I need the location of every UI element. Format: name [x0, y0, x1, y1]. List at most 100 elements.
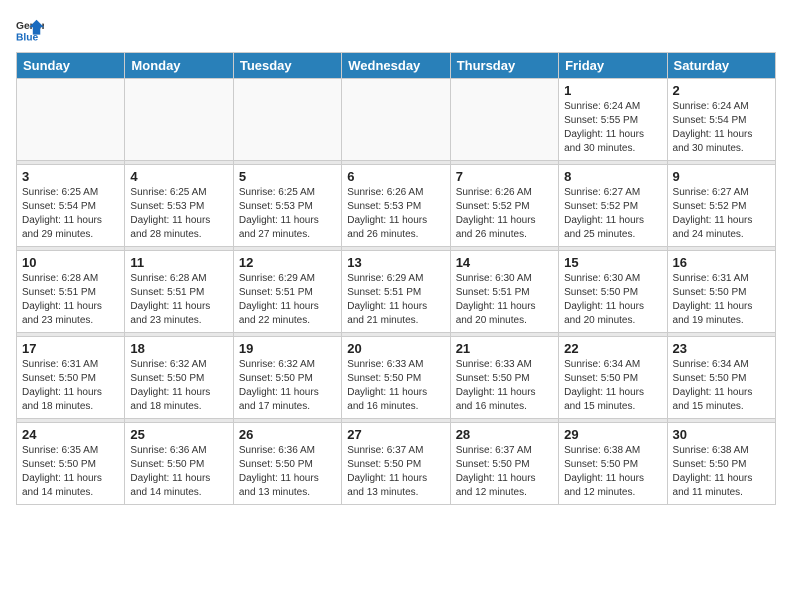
day-number: 19 [239, 341, 336, 356]
day-info: Sunrise: 6:33 AM Sunset: 5:50 PM Dayligh… [456, 358, 553, 414]
calendar-day-cell [125, 79, 233, 161]
calendar-day-cell: 3 Sunrise: 6:25 AM Sunset: 5:54 PM Daylig… [17, 165, 125, 247]
day-info: Sunrise: 6:34 AM Sunset: 5:50 PM Dayligh… [564, 358, 661, 414]
weekday-header-wednesday: Wednesday [342, 53, 450, 79]
calendar-week-row: 10 Sunrise: 6:28 AM Sunset: 5:51 PM Dayli… [17, 251, 776, 333]
calendar-day-cell: 26 Sunrise: 6:36 AM Sunset: 5:50 PM Dayli… [233, 423, 341, 505]
calendar-day-cell: 11 Sunrise: 6:28 AM Sunset: 5:51 PM Dayli… [125, 251, 233, 333]
calendar-day-cell: 16Sunrise: 6:31 AM Sunset: 5:50 PM Dayli… [667, 251, 775, 333]
weekday-header-sunday: Sunday [17, 53, 125, 79]
day-info: Sunrise: 6:36 AM Sunset: 5:50 PM Dayligh… [239, 444, 336, 500]
calendar-day-cell: 30 Sunrise: 6:38 AM Sunset: 5:50 PM Dayli… [667, 423, 775, 505]
day-info: Sunrise: 6:38 AM Sunset: 5:50 PM Dayligh… [673, 444, 770, 500]
calendar-day-cell [233, 79, 341, 161]
day-number: 12 [239, 255, 336, 270]
calendar-day-cell [17, 79, 125, 161]
weekday-header-tuesday: Tuesday [233, 53, 341, 79]
calendar-day-cell: 5 Sunrise: 6:25 AM Sunset: 5:53 PM Daylig… [233, 165, 341, 247]
calendar-day-cell: 20Sunrise: 6:33 AM Sunset: 5:50 PM Dayli… [342, 337, 450, 419]
calendar-day-cell: 25 Sunrise: 6:36 AM Sunset: 5:50 PM Dayli… [125, 423, 233, 505]
calendar-day-cell: 18 Sunrise: 6:32 AM Sunset: 5:50 PM Dayli… [125, 337, 233, 419]
day-info: Sunrise: 6:30 AM Sunset: 5:50 PM Dayligh… [564, 272, 661, 328]
calendar-day-cell: 24 Sunrise: 6:35 AM Sunset: 5:50 PM Dayli… [17, 423, 125, 505]
calendar-day-cell: 17Sunrise: 6:31 AM Sunset: 5:50 PM Dayli… [17, 337, 125, 419]
day-number: 2 [673, 83, 770, 98]
day-number: 1 [564, 83, 661, 98]
day-number: 11 [130, 255, 227, 270]
day-number: 9 [673, 169, 770, 184]
day-info: Sunrise: 6:29 AM Sunset: 5:51 PM Dayligh… [239, 272, 336, 328]
day-number: 29 [564, 427, 661, 442]
day-info: Sunrise: 6:32 AM Sunset: 5:50 PM Dayligh… [130, 358, 227, 414]
day-info: Sunrise: 6:28 AM Sunset: 5:51 PM Dayligh… [130, 272, 227, 328]
calendar-day-cell: 15 Sunrise: 6:30 AM Sunset: 5:50 PM Dayli… [559, 251, 667, 333]
calendar-day-cell: 1 Sunrise: 6:24 AM Sunset: 5:55 PM Daylig… [559, 79, 667, 161]
day-number: 24 [22, 427, 119, 442]
calendar-week-row: 1 Sunrise: 6:24 AM Sunset: 5:55 PM Daylig… [17, 79, 776, 161]
day-info: Sunrise: 6:25 AM Sunset: 5:53 PM Dayligh… [130, 186, 227, 242]
day-info: Sunrise: 6:37 AM Sunset: 5:50 PM Dayligh… [347, 444, 444, 500]
day-number: 15 [564, 255, 661, 270]
page-header: General Blue [16, 16, 776, 44]
weekday-header-row: SundayMondayTuesdayWednesdayThursdayFrid… [17, 53, 776, 79]
day-info: Sunrise: 6:26 AM Sunset: 5:53 PM Dayligh… [347, 186, 444, 242]
calendar-day-cell: 21Sunrise: 6:33 AM Sunset: 5:50 PM Dayli… [450, 337, 558, 419]
logo-icon: General Blue [16, 16, 44, 44]
day-number: 13 [347, 255, 444, 270]
day-info: Sunrise: 6:25 AM Sunset: 5:53 PM Dayligh… [239, 186, 336, 242]
calendar-week-row: 17Sunrise: 6:31 AM Sunset: 5:50 PM Dayli… [17, 337, 776, 419]
calendar-day-cell: 19 Sunrise: 6:32 AM Sunset: 5:50 PM Dayli… [233, 337, 341, 419]
day-info: Sunrise: 6:24 AM Sunset: 5:55 PM Dayligh… [564, 100, 661, 156]
weekday-header-monday: Monday [125, 53, 233, 79]
day-number: 25 [130, 427, 227, 442]
calendar-table: SundayMondayTuesdayWednesdayThursdayFrid… [16, 52, 776, 505]
day-info: Sunrise: 6:25 AM Sunset: 5:54 PM Dayligh… [22, 186, 119, 242]
day-info: Sunrise: 6:37 AM Sunset: 5:50 PM Dayligh… [456, 444, 553, 500]
day-info: Sunrise: 6:30 AM Sunset: 5:51 PM Dayligh… [456, 272, 553, 328]
day-number: 22 [564, 341, 661, 356]
day-info: Sunrise: 6:31 AM Sunset: 5:50 PM Dayligh… [22, 358, 119, 414]
calendar-day-cell [342, 79, 450, 161]
calendar-day-cell: 8 Sunrise: 6:27 AM Sunset: 5:52 PM Daylig… [559, 165, 667, 247]
day-info: Sunrise: 6:38 AM Sunset: 5:50 PM Dayligh… [564, 444, 661, 500]
calendar-day-cell: 28 Sunrise: 6:37 AM Sunset: 5:50 PM Dayli… [450, 423, 558, 505]
calendar-day-cell: 29 Sunrise: 6:38 AM Sunset: 5:50 PM Dayli… [559, 423, 667, 505]
calendar-day-cell: 14 Sunrise: 6:30 AM Sunset: 5:51 PM Dayli… [450, 251, 558, 333]
day-info: Sunrise: 6:35 AM Sunset: 5:50 PM Dayligh… [22, 444, 119, 500]
calendar-day-cell: 22 Sunrise: 6:34 AM Sunset: 5:50 PM Dayli… [559, 337, 667, 419]
day-number: 23 [673, 341, 770, 356]
day-number: 27 [347, 427, 444, 442]
day-number: 26 [239, 427, 336, 442]
day-info: Sunrise: 6:32 AM Sunset: 5:50 PM Dayligh… [239, 358, 336, 414]
day-info: Sunrise: 6:27 AM Sunset: 5:52 PM Dayligh… [564, 186, 661, 242]
logo: General Blue [16, 16, 44, 44]
calendar-day-cell: 10Sunrise: 6:28 AM Sunset: 5:51 PM Dayli… [17, 251, 125, 333]
day-info: Sunrise: 6:34 AM Sunset: 5:50 PM Dayligh… [673, 358, 770, 414]
calendar-week-row: 3 Sunrise: 6:25 AM Sunset: 5:54 PM Daylig… [17, 165, 776, 247]
calendar-day-cell: 9 Sunrise: 6:27 AM Sunset: 5:52 PM Daylig… [667, 165, 775, 247]
day-number: 10 [22, 255, 119, 270]
day-info: Sunrise: 6:29 AM Sunset: 5:51 PM Dayligh… [347, 272, 444, 328]
day-number: 3 [22, 169, 119, 184]
weekday-header-saturday: Saturday [667, 53, 775, 79]
day-number: 28 [456, 427, 553, 442]
day-number: 8 [564, 169, 661, 184]
day-number: 6 [347, 169, 444, 184]
day-info: Sunrise: 6:26 AM Sunset: 5:52 PM Dayligh… [456, 186, 553, 242]
day-info: Sunrise: 6:24 AM Sunset: 5:54 PM Dayligh… [673, 100, 770, 156]
calendar-day-cell [450, 79, 558, 161]
calendar-day-cell: 2 Sunrise: 6:24 AM Sunset: 5:54 PM Daylig… [667, 79, 775, 161]
day-number: 7 [456, 169, 553, 184]
weekday-header-thursday: Thursday [450, 53, 558, 79]
calendar-week-row: 24 Sunrise: 6:35 AM Sunset: 5:50 PM Dayli… [17, 423, 776, 505]
day-number: 5 [239, 169, 336, 184]
day-info: Sunrise: 6:27 AM Sunset: 5:52 PM Dayligh… [673, 186, 770, 242]
day-number: 16 [673, 255, 770, 270]
weekday-header-friday: Friday [559, 53, 667, 79]
day-info: Sunrise: 6:36 AM Sunset: 5:50 PM Dayligh… [130, 444, 227, 500]
day-number: 30 [673, 427, 770, 442]
day-number: 14 [456, 255, 553, 270]
calendar-day-cell: 7 Sunrise: 6:26 AM Sunset: 5:52 PM Daylig… [450, 165, 558, 247]
day-number: 4 [130, 169, 227, 184]
day-number: 18 [130, 341, 227, 356]
